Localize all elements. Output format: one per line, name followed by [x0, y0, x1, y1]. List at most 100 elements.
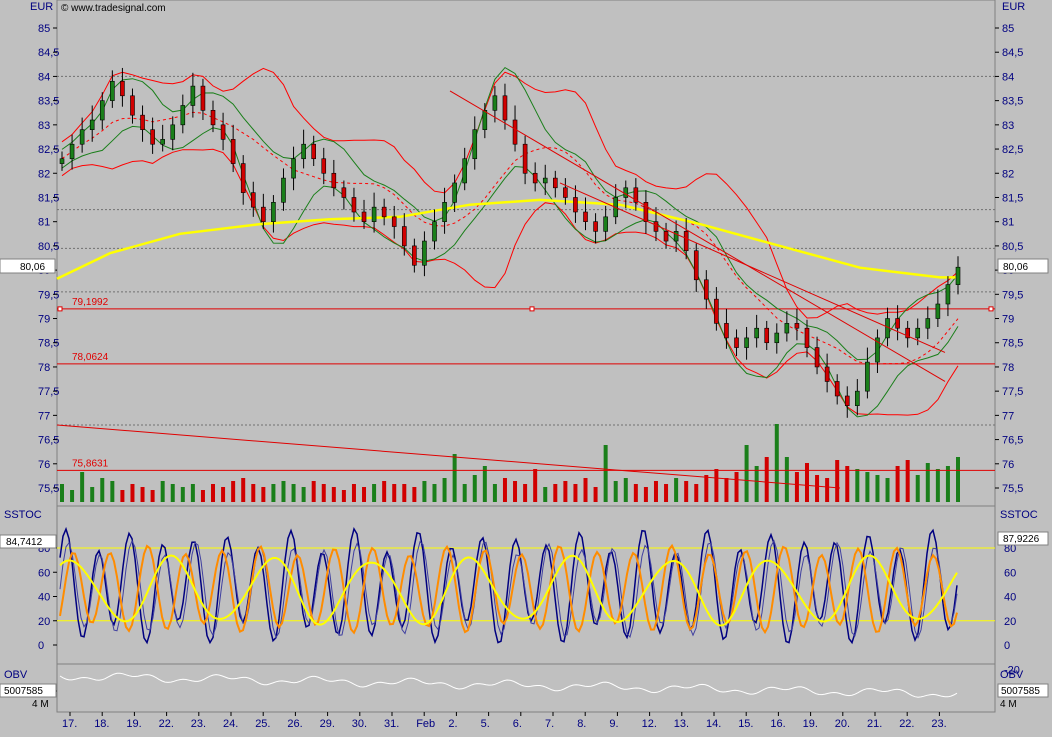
candle-body: [190, 85, 196, 106]
osc-tick-right: 0: [1004, 640, 1010, 652]
x-tick-label: 23.: [191, 718, 206, 730]
candle-body: [844, 395, 850, 406]
x-tick-label: 23.: [931, 718, 946, 730]
price-tick-left: 76,5: [38, 435, 59, 447]
volume-bar: [633, 484, 638, 502]
volume-bar: [855, 469, 860, 502]
candle-body: [814, 347, 820, 368]
price-tick-right: 83: [1002, 120, 1014, 132]
volume-bar: [945, 466, 950, 502]
volume-bar: [885, 478, 890, 502]
last-value-left-text: 80,06: [20, 262, 45, 273]
volume-bar: [533, 469, 538, 502]
sstoc-value-left: 84,7412: [0, 534, 57, 549]
candle-body: [341, 187, 347, 198]
candle-body: [361, 211, 367, 222]
candle-body: [371, 206, 377, 222]
x-tick-label: 14.: [706, 718, 721, 730]
level-label: 79,1992: [72, 297, 109, 308]
candle-body: [160, 139, 165, 145]
price-tick-left: 84,5: [38, 47, 59, 59]
price-tick-left: 82,5: [38, 144, 59, 156]
volume-bar: [825, 478, 830, 502]
candle-body: [59, 158, 65, 164]
obv-panel: [56, 663, 996, 713]
chart-canvas[interactable]: 79,1992 78,0624 75,8631 75,5 75,5 76 76 76,5 76…: [0, 0, 1052, 732]
volume-bar: [402, 484, 407, 502]
x-tick-label: 29.: [320, 718, 335, 730]
x-tick-label: 12.: [642, 718, 657, 730]
candle-body: [683, 231, 689, 252]
candle-body: [764, 327, 770, 344]
x-tick-label: 31.: [384, 718, 399, 730]
candle-body: [311, 143, 316, 160]
price-tick-left: 76: [38, 459, 50, 471]
candle-body: [69, 143, 75, 160]
price-tick-right: 82: [1002, 168, 1014, 180]
candle-body: [935, 303, 941, 319]
candle-body: [79, 129, 85, 145]
x-tick-label: 24.: [223, 718, 238, 730]
price-tick-left: 82: [38, 168, 50, 180]
volume-bar: [502, 478, 507, 502]
volume-bar: [70, 490, 75, 502]
osc-tick-right: 20: [1004, 616, 1016, 628]
candle-body: [220, 124, 226, 140]
candle-body: [331, 172, 337, 189]
candle-body: [744, 337, 749, 348]
price-tick-right: 78,5: [1002, 338, 1023, 350]
candle-body: [955, 266, 961, 285]
volume-bar: [362, 487, 367, 502]
volume-bar: [60, 484, 64, 502]
x-tick-label: 13.: [674, 718, 689, 730]
x-tick-label: 22.: [899, 718, 914, 730]
x-tick-label: 25.: [255, 718, 270, 730]
candle-body: [704, 279, 709, 300]
candle-body: [250, 192, 256, 208]
candle-body: [240, 163, 246, 193]
candle-body: [623, 187, 629, 198]
volume-bar: [231, 481, 236, 502]
x-tick-label: 2.: [448, 718, 457, 730]
volume-bar: [382, 481, 387, 502]
candle-body: [170, 124, 176, 140]
candle-body: [230, 139, 236, 164]
sstoc-label-right: SSTOC: [1000, 509, 1038, 521]
price-tick-right: 78: [1002, 362, 1014, 374]
volume-bar: [553, 484, 558, 502]
level-handle: [57, 306, 63, 312]
candle-body: [140, 114, 145, 130]
candle-body: [472, 129, 478, 160]
volume-bar: [472, 475, 477, 502]
volume-bar: [482, 466, 487, 502]
candle-body: [422, 240, 427, 266]
volume-bar: [130, 484, 135, 502]
candle-body: [653, 221, 659, 232]
volume-bar: [432, 484, 437, 502]
volume-bar: [291, 484, 296, 502]
volume-bar: [583, 478, 588, 502]
candle-body: [804, 327, 810, 348]
volume-bar: [905, 460, 910, 502]
oscillator-panel: [56, 505, 996, 665]
osc-tick-right: 60: [1004, 567, 1016, 579]
volume-bar: [956, 457, 960, 502]
osc-tick-left: 60: [38, 567, 50, 579]
candle-body: [663, 231, 669, 242]
volume-bar: [774, 424, 779, 502]
sstoc-value-right-text: 87,9226: [1003, 534, 1040, 545]
candle-body: [512, 119, 518, 145]
volume-bar: [120, 490, 125, 502]
candle-body: [261, 206, 266, 222]
volume-bar: [331, 487, 336, 502]
candle-body: [824, 366, 830, 382]
x-tick-label: 8.: [577, 718, 586, 730]
level-handle: [529, 306, 535, 312]
price-tick-left: 79,5: [38, 289, 59, 301]
volume-bar: [875, 475, 880, 502]
volume-bar: [200, 490, 205, 502]
volume-bar: [211, 484, 216, 502]
candle-body: [522, 143, 528, 174]
candle-body: [573, 197, 578, 213]
volume-bar: [513, 481, 518, 502]
